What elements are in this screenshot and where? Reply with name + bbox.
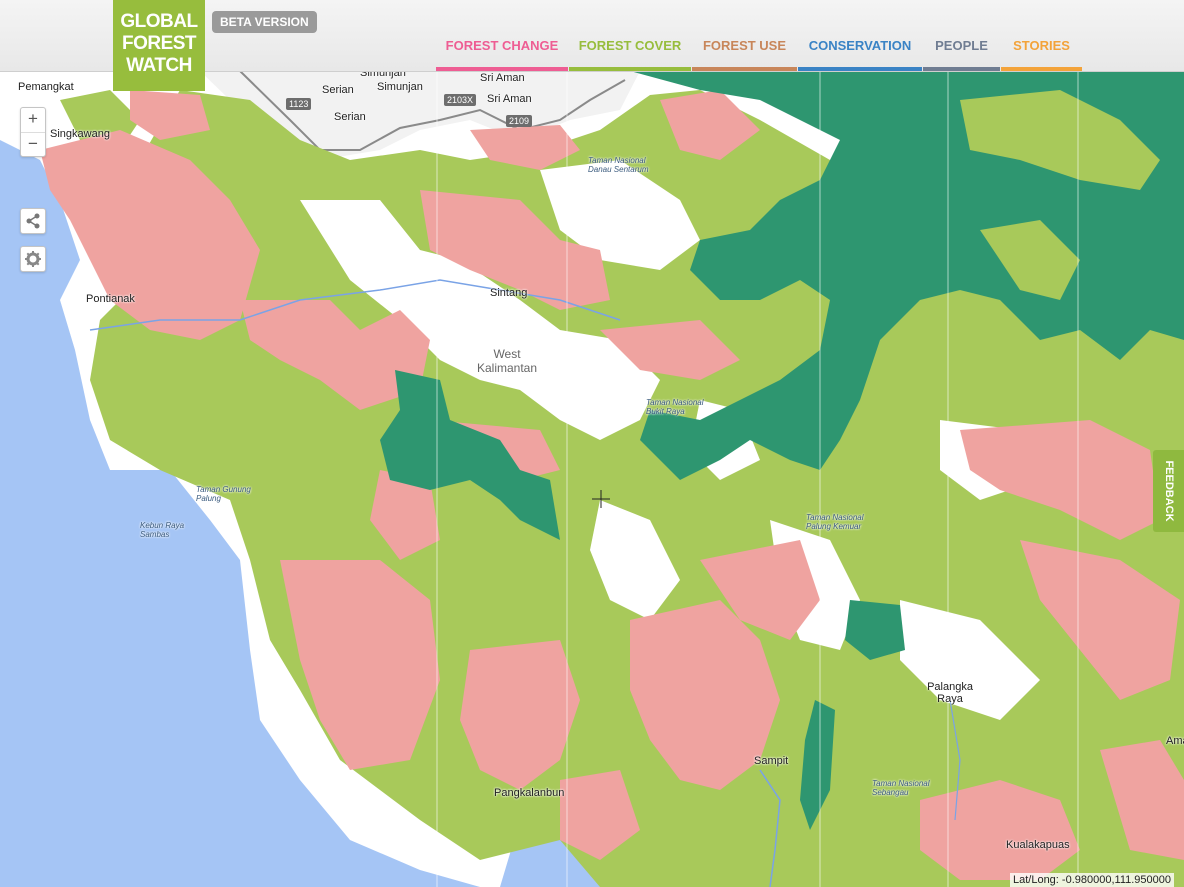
feedback-label: FEEDBACK bbox=[1162, 460, 1175, 522]
place-sintang: Sintang bbox=[490, 287, 528, 299]
concession-area bbox=[280, 560, 440, 770]
nav-forest-cover[interactable]: FOREST COVER bbox=[569, 38, 691, 71]
crosshair-cursor-icon bbox=[592, 490, 610, 508]
park-sebangau: Taman Nasional Sebangau bbox=[872, 779, 930, 797]
nav-label: FOREST COVER bbox=[578, 38, 682, 53]
nav-bar bbox=[692, 67, 797, 71]
nav-stories[interactable]: STORIES bbox=[1001, 38, 1082, 71]
place-serian: Serian bbox=[334, 111, 366, 123]
place-pemangkat: Pemangkat bbox=[18, 81, 74, 93]
nav-bar bbox=[436, 67, 568, 71]
park-bukit-raya: Taman Nasional Bukit Raya bbox=[646, 398, 704, 416]
gear-icon bbox=[25, 251, 41, 267]
map-layers bbox=[0, 71, 1184, 887]
nav-label: FOREST CHANGE bbox=[445, 38, 559, 53]
park-palung: Taman Nasional Palung Kemuar bbox=[806, 513, 864, 531]
nav-bar bbox=[798, 67, 922, 71]
beta-badge: BETA VERSION bbox=[212, 11, 317, 33]
place-kualakapuas: Kualakapuas bbox=[1006, 839, 1070, 851]
place-pangkalanbun: Pangkalanbun bbox=[494, 787, 565, 799]
road-shield: 1123 bbox=[286, 98, 312, 110]
share-icon bbox=[26, 213, 40, 229]
coordinate-readout: Lat/Long: -0.980000,111.950000 bbox=[1009, 873, 1174, 887]
zoom-in-button[interactable]: + bbox=[21, 108, 45, 133]
nav-forest-change[interactable]: FOREST CHANGE bbox=[436, 38, 568, 71]
logo-line: GLOBAL bbox=[120, 11, 198, 32]
place-sampit: Sampit bbox=[754, 755, 789, 767]
nav-people[interactable]: PEOPLE bbox=[923, 38, 1000, 71]
place-ama: Ama bbox=[1166, 735, 1184, 747]
share-button[interactable] bbox=[20, 208, 46, 234]
nav-label: FOREST USE bbox=[702, 38, 787, 53]
logo-line: FOREST bbox=[121, 33, 197, 54]
nav-conservation[interactable]: CONSERVATION bbox=[798, 38, 922, 71]
gfw-logo[interactable]: GLOBAL FOREST WATCH bbox=[113, 0, 205, 91]
settings-button[interactable] bbox=[20, 246, 46, 272]
nav-label: STORIES bbox=[1013, 38, 1070, 53]
map-canvas[interactable]: Pemangkat Singkawang Pontianak Simunjan … bbox=[0, 71, 1184, 887]
zoom-control: + − bbox=[20, 107, 46, 157]
zoom-out-button[interactable]: − bbox=[21, 133, 45, 157]
nav-bar bbox=[1001, 67, 1082, 71]
park-gunung-palung: Taman Gunung Palung bbox=[196, 485, 251, 503]
park-kebun-raya: Kebun Raya Sambas bbox=[140, 521, 185, 539]
nav-forest-use[interactable]: FOREST USE bbox=[692, 38, 797, 71]
place-pontianak: Pontianak bbox=[86, 293, 135, 305]
place-sri-aman: Sri Aman bbox=[487, 93, 532, 105]
place-simunjan: Simunjan bbox=[360, 71, 406, 79]
road-shield: 2103X bbox=[444, 94, 477, 106]
nav-bar bbox=[569, 67, 691, 71]
nav-label: PEOPLE bbox=[935, 38, 988, 53]
nav-label: CONSERVATION bbox=[808, 38, 912, 53]
park-danau-sentarum: Taman Nasional Danau Sentarum bbox=[588, 156, 649, 174]
place-sri-aman: Sri Aman bbox=[480, 72, 525, 84]
place-serian: Serian bbox=[322, 84, 354, 96]
province-west-kalimantan: West Kalimantan bbox=[476, 347, 538, 375]
logo-line: WATCH bbox=[126, 55, 192, 76]
place-simunjan: Simunjan bbox=[377, 81, 423, 93]
road-shield: 2109 bbox=[506, 115, 533, 127]
place-singkawang: Singkawang bbox=[50, 128, 110, 140]
feedback-tab[interactable]: FEEDBACK bbox=[1153, 450, 1184, 532]
nav-bar bbox=[923, 67, 1000, 71]
place-palangka-raya: Palangka Raya bbox=[927, 681, 973, 705]
